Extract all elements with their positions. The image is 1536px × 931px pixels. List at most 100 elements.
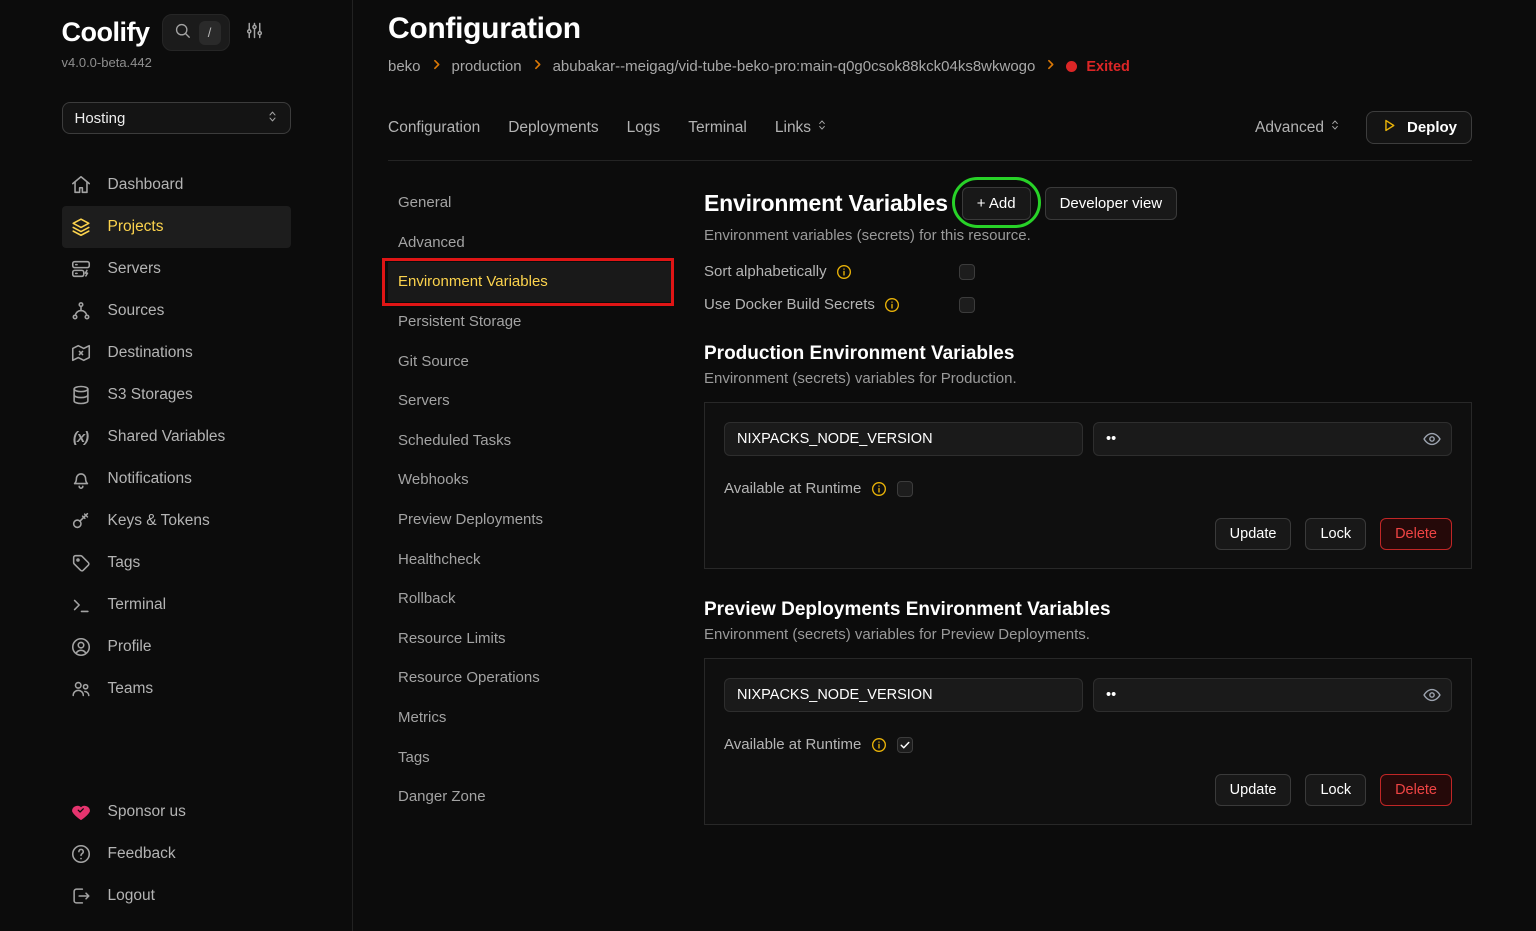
sidebar-item-shared-variables[interactable]: (x) Shared Variables [62, 416, 291, 458]
docker-build-secrets-checkbox[interactable] [959, 297, 975, 313]
update-button[interactable]: Update [1215, 518, 1292, 550]
docker-build-secrets-row: Use Docker Build Secrets [704, 296, 1472, 313]
sidebar-item-label: Tags [108, 554, 141, 572]
variable-value-input[interactable] [1093, 678, 1452, 712]
subnav-general[interactable]: General [388, 183, 673, 223]
layers-icon [70, 216, 92, 238]
chevron-right-icon [531, 58, 544, 75]
sidebar-item-label: Keys & Tokens [108, 512, 210, 530]
add-button[interactable]: + Add [962, 187, 1031, 220]
sidebar-item-tags[interactable]: Tags [62, 542, 291, 584]
production-section-description: Environment (secrets) variables for Prod… [704, 370, 1472, 387]
users-icon [70, 678, 92, 700]
sidebar-item-label: Teams [108, 680, 154, 698]
production-variable-card: Available at Runtime Update Lock Delete [704, 402, 1472, 569]
chevron-up-down-icon [815, 118, 829, 137]
tab-logs[interactable]: Logs [627, 119, 661, 137]
tab-bar: Configuration Deployments Logs Terminal … [388, 111, 1472, 144]
deploy-button[interactable]: Deploy [1366, 111, 1472, 144]
variable-name-input[interactable] [724, 678, 1083, 712]
variable-name-input[interactable] [724, 422, 1083, 456]
sidebar-item-projects[interactable]: Projects [62, 206, 291, 248]
runtime-checkbox[interactable] [897, 481, 913, 497]
subnav-danger-zone[interactable]: Danger Zone [388, 777, 673, 817]
lock-button[interactable]: Lock [1305, 518, 1366, 550]
app-logo[interactable]: Coolify [62, 17, 150, 48]
pane-title: Environment Variables [704, 190, 948, 217]
subnav-scheduled-tasks[interactable]: Scheduled Tasks [388, 421, 673, 461]
tab-deployments[interactable]: Deployments [508, 119, 598, 137]
info-icon [836, 264, 852, 280]
team-select[interactable]: Hosting [62, 102, 291, 134]
status-dot [1066, 61, 1077, 72]
subnav-environment-variables[interactable]: Environment Variables [388, 262, 673, 302]
subnav-tags[interactable]: Tags [388, 737, 673, 777]
preview-section-description: Environment (secrets) variables for Prev… [704, 626, 1472, 643]
sidebar-item-feedback[interactable]: Feedback [62, 833, 291, 875]
sidebar-item-sources[interactable]: Sources [62, 290, 291, 332]
delete-button[interactable]: Delete [1380, 774, 1452, 806]
subnav-label: Environment Variables [398, 273, 548, 290]
sidebar-item-label: Projects [108, 218, 164, 236]
sidebar-item-dashboard[interactable]: Dashboard [62, 164, 291, 206]
tab-configuration[interactable]: Configuration [388, 119, 480, 137]
sort-alphabetically-checkbox[interactable] [959, 264, 975, 280]
subnav-resource-operations[interactable]: Resource Operations [388, 658, 673, 698]
sidebar-item-label: Sources [108, 302, 165, 320]
sidebar-item-terminal[interactable]: Terminal [62, 584, 291, 626]
breadcrumb-environment[interactable]: production [452, 58, 522, 75]
eye-icon[interactable] [1422, 429, 1442, 454]
sidebar-item-notifications[interactable]: Notifications [62, 458, 291, 500]
subnav-healthcheck[interactable]: Healthcheck [388, 539, 673, 579]
breadcrumb-resource[interactable]: abubakar--meigag/vid-tube-beko-pro:main-… [553, 58, 1036, 75]
subnav-metrics[interactable]: Metrics [388, 698, 673, 738]
sidebar-item-label: Destinations [108, 344, 193, 362]
subnav-advanced[interactable]: Advanced [388, 223, 673, 263]
developer-view-button[interactable]: Developer view [1045, 187, 1178, 220]
advanced-dropdown[interactable]: Advanced [1255, 118, 1342, 137]
sidebar-item-s3-storages[interactable]: S3 Storages [62, 374, 291, 416]
search-icon [173, 21, 192, 45]
server-icon [70, 258, 92, 280]
info-icon [871, 481, 887, 497]
sidebar-item-label: Terminal [108, 596, 167, 614]
subnav-webhooks[interactable]: Webhooks [388, 460, 673, 500]
subnav-servers[interactable]: Servers [388, 381, 673, 421]
delete-button[interactable]: Delete [1380, 518, 1452, 550]
sidebar-item-logout[interactable]: Logout [62, 875, 291, 917]
subnav-git-source[interactable]: Git Source [388, 341, 673, 381]
lock-button[interactable]: Lock [1305, 774, 1366, 806]
sort-alphabetically-label: Sort alphabetically [704, 263, 827, 280]
runtime-row: Available at Runtime [724, 736, 1452, 753]
help-circle-icon [70, 843, 92, 865]
runtime-checkbox-checked[interactable] [897, 737, 913, 753]
tab-terminal[interactable]: Terminal [688, 119, 747, 137]
breadcrumb-project[interactable]: beko [388, 58, 421, 75]
user-circle-icon [70, 636, 92, 658]
sidebar-item-servers[interactable]: Servers [62, 248, 291, 290]
subnav-resource-limits[interactable]: Resource Limits [388, 619, 673, 659]
variables-icon: (x) [70, 426, 92, 448]
settings-sliders-button[interactable] [244, 20, 265, 46]
subnav-persistent-storage[interactable]: Persistent Storage [388, 302, 673, 342]
sidebar-item-profile[interactable]: Profile [62, 626, 291, 668]
sidebar-item-label: Feedback [108, 845, 176, 863]
chevron-right-icon [430, 58, 443, 75]
search-button[interactable]: / [162, 14, 230, 51]
docker-build-secrets-label: Use Docker Build Secrets [704, 296, 875, 313]
variable-value-input[interactable] [1093, 422, 1452, 456]
eye-icon[interactable] [1422, 685, 1442, 710]
sidebar-nav: Dashboard Projects Servers Sources Desti… [62, 164, 291, 710]
pane-description: Environment variables (secrets) for this… [704, 227, 1472, 244]
status-badge: Exited [1086, 59, 1130, 75]
subnav-rollback[interactable]: Rollback [388, 579, 673, 619]
subnav-preview-deployments[interactable]: Preview Deployments [388, 500, 673, 540]
logout-icon [70, 885, 92, 907]
update-button[interactable]: Update [1215, 774, 1292, 806]
tab-links[interactable]: Links [775, 118, 829, 137]
sidebar-item-destinations[interactable]: Destinations [62, 332, 291, 374]
chevron-right-icon [1044, 58, 1057, 75]
sidebar-item-teams[interactable]: Teams [62, 668, 291, 710]
sidebar-item-keys-tokens[interactable]: Keys & Tokens [62, 500, 291, 542]
sidebar-item-sponsor-us[interactable]: Sponsor us [62, 791, 291, 833]
